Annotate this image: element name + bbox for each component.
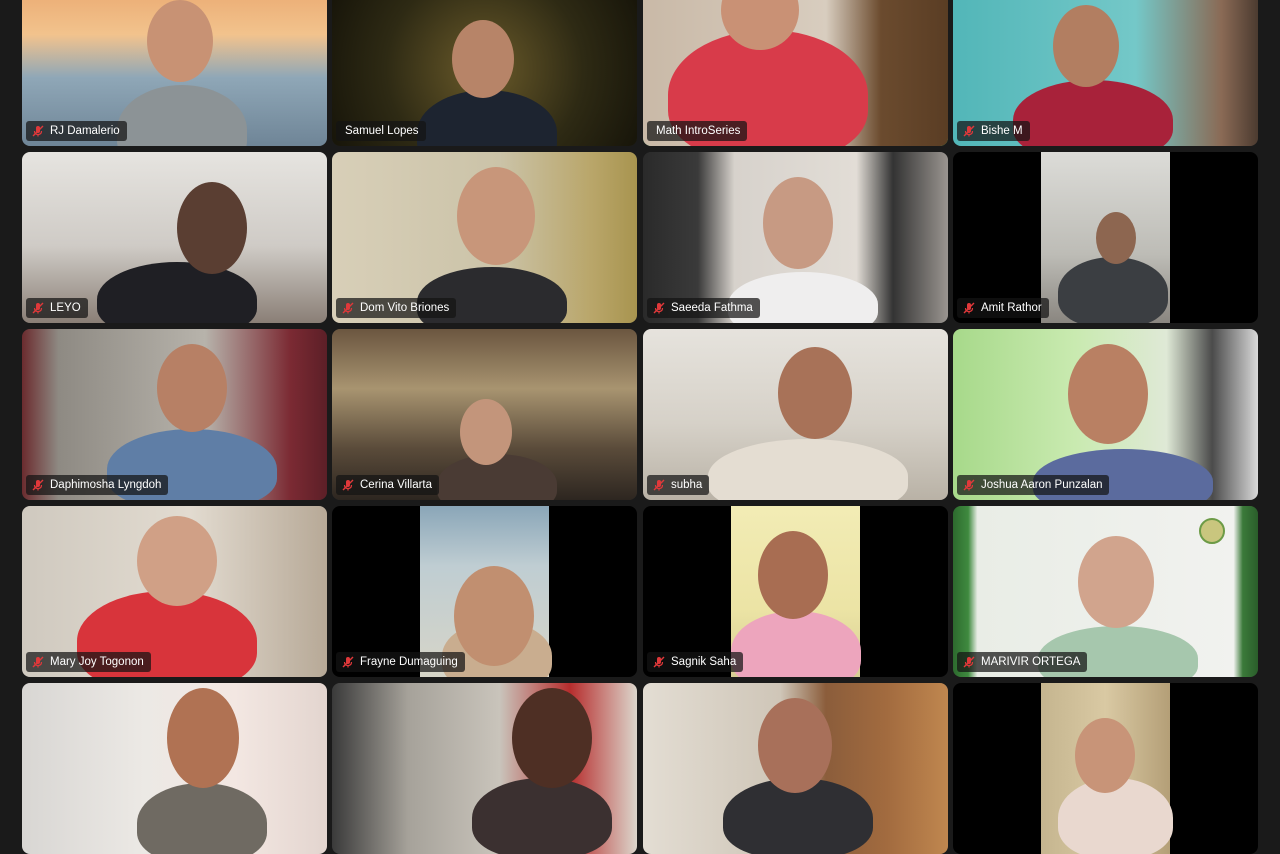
participant-tile[interactable]: Frayne Dumaguing — [332, 506, 637, 677]
microphone-muted-icon — [31, 301, 45, 315]
participant-name: LEYO — [50, 302, 81, 314]
participant-tile[interactable] — [643, 683, 948, 854]
participant-tile[interactable] — [22, 683, 327, 854]
participant-nameplate: Bishe M — [957, 121, 1030, 141]
participant-nameplate: Mary Joy Togonon — [26, 652, 151, 672]
microphone-muted-icon — [31, 478, 45, 492]
video-gallery: RJ Damalerio Samuel Lopes Math IntroSeri… — [0, 0, 1280, 854]
participant-nameplate: MARIVIR ORTEGA — [957, 652, 1088, 672]
person-head — [1053, 5, 1119, 87]
participant-tile[interactable]: Dom Vito Briones — [332, 152, 637, 323]
participant-name: Bishe M — [981, 125, 1023, 137]
participant-tile[interactable]: Joshua Aaron Punzalan — [953, 329, 1258, 500]
microphone-muted-icon — [962, 301, 976, 315]
person-head — [457, 167, 535, 265]
participant-name: Joshua Aaron Punzalan — [981, 479, 1103, 491]
microphone-muted-icon — [652, 478, 666, 492]
participant-tile-active-speaker[interactable]: Math IntroSeries — [643, 0, 948, 146]
participant-tile[interactable]: Sagnik Saha — [643, 506, 948, 677]
participant-nameplate: Saeeda Fathma — [647, 298, 760, 318]
person-head — [1078, 536, 1154, 628]
participant-name: Daphimosha Lyngdoh — [50, 479, 162, 491]
participant-nameplate: Daphimosha Lyngdoh — [26, 475, 169, 495]
participant-nameplate: LEYO — [26, 298, 88, 318]
participant-tile[interactable]: Mary Joy Togonon — [22, 506, 327, 677]
person-head — [1096, 212, 1136, 264]
person-head — [454, 566, 534, 666]
person-head — [167, 688, 239, 788]
participant-name: Sagnik Saha — [671, 656, 737, 668]
microphone-muted-icon — [962, 655, 976, 669]
person-head — [460, 399, 512, 465]
person-shape — [472, 778, 612, 854]
participant-tile[interactable] — [953, 683, 1258, 854]
logo-icon — [1199, 518, 1225, 544]
participant-name: Cerina Villarta — [360, 479, 433, 491]
participant-tile[interactable]: LEYO — [22, 152, 327, 323]
person-head — [778, 347, 852, 439]
microphone-muted-icon — [652, 301, 666, 315]
person-head — [758, 698, 832, 793]
microphone-muted-icon — [341, 655, 355, 669]
participant-name: Saeeda Fathma — [671, 302, 753, 314]
person-head — [758, 531, 828, 619]
microphone-muted-icon — [31, 124, 45, 138]
participant-tile[interactable]: Saeeda Fathma — [643, 152, 948, 323]
participant-nameplate: Frayne Dumaguing — [336, 652, 465, 672]
participant-nameplate: Cerina Villarta — [336, 475, 440, 495]
participant-tile[interactable]: Cerina Villarta — [332, 329, 637, 500]
participant-tile[interactable] — [332, 683, 637, 854]
participant-nameplate: subha — [647, 475, 710, 495]
person-head — [157, 344, 227, 432]
person-head — [1075, 718, 1135, 793]
person-head — [452, 20, 514, 98]
person-shape — [1058, 257, 1168, 323]
participant-name: Samuel Lopes — [345, 125, 419, 137]
person-head — [177, 182, 247, 274]
microphone-muted-icon — [31, 655, 45, 669]
person-head — [137, 516, 217, 606]
participant-name: Dom Vito Briones — [360, 302, 450, 314]
microphone-muted-icon — [962, 124, 976, 138]
participant-name: Math IntroSeries — [656, 125, 741, 137]
participant-name: MARIVIR ORTEGA — [981, 656, 1081, 668]
participant-nameplate: Joshua Aaron Punzalan — [957, 475, 1110, 495]
microphone-muted-icon — [341, 301, 355, 315]
person-shape — [137, 783, 267, 854]
participant-name: RJ Damalerio — [50, 125, 120, 137]
participant-name: Mary Joy Togonon — [50, 656, 144, 668]
participant-tile[interactable]: RJ Damalerio — [22, 0, 327, 146]
participant-name: Frayne Dumaguing — [360, 656, 458, 668]
participant-nameplate: Dom Vito Briones — [336, 298, 457, 318]
participant-nameplate: Math IntroSeries — [647, 121, 748, 141]
person-head — [1068, 344, 1148, 444]
participant-nameplate: Amit Rathor — [957, 298, 1049, 318]
microphone-muted-icon — [962, 478, 976, 492]
participant-name: subha — [671, 479, 703, 491]
participant-tile[interactable]: Amit Rathor — [953, 152, 1258, 323]
participant-name: Amit Rathor — [981, 302, 1042, 314]
microphone-muted-icon — [341, 478, 355, 492]
participant-nameplate: Sagnik Saha — [647, 652, 744, 672]
microphone-muted-icon — [652, 655, 666, 669]
participant-tile[interactable]: MARIVIR ORTEGA — [953, 506, 1258, 677]
participant-tile[interactable]: Samuel Lopes — [332, 0, 637, 146]
participant-tile[interactable]: subha — [643, 329, 948, 500]
person-head — [763, 177, 833, 269]
participant-tile[interactable]: Daphimosha Lyngdoh — [22, 329, 327, 500]
participant-nameplate: Samuel Lopes — [336, 121, 426, 141]
person-head — [147, 0, 213, 82]
participant-nameplate: RJ Damalerio — [26, 121, 127, 141]
participant-tile[interactable]: Bishe M — [953, 0, 1258, 146]
person-head — [512, 688, 592, 788]
